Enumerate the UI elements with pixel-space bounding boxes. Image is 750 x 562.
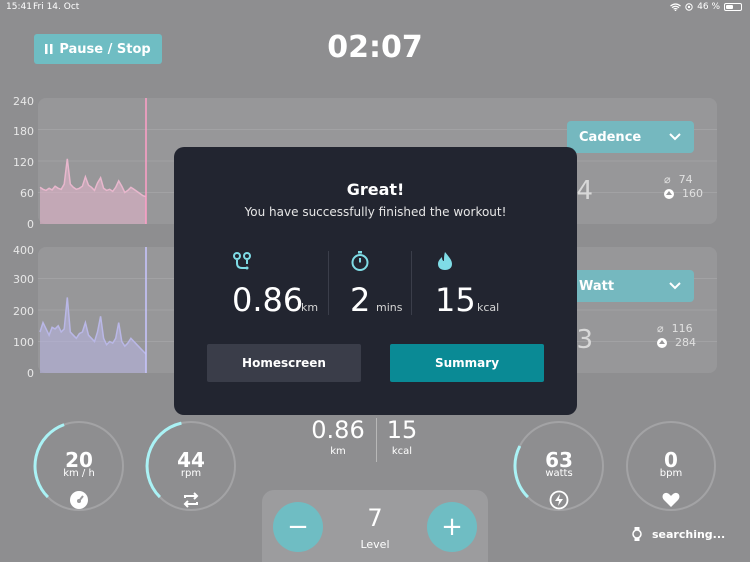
watch-icon [632,527,642,541]
heart-icon [662,492,680,507]
workout-finished-dialog: Great! You have successfully finished th… [174,147,577,415]
max-arrow-icon [664,189,674,199]
chevron-down-icon [669,133,681,141]
battery-icon [724,3,742,11]
cadence-dropdown-label: Cadence [579,129,642,145]
lightning-icon [549,490,569,510]
heartrate-unit: bpm [659,468,683,479]
chart1-ytick: 60 [20,187,34,200]
location-icon [685,3,693,11]
status-right: 46 % [670,2,742,12]
average-icon: ⌀ [657,322,664,335]
heart-sensor-status[interactable]: searching... [632,527,725,541]
total-calories-unit: kcal [391,446,413,457]
heart-sensor-text: searching... [652,527,726,541]
watts-gauge: 63 watts [513,420,605,512]
watt-dropdown-label: Watt [579,278,615,294]
dialog-divider [411,251,412,315]
total-calories: 15 [386,416,418,444]
dialog-distance-unit: km [301,301,319,314]
route-icon [233,252,251,270]
dialog-calories-unit: kcal [477,301,500,314]
speed-unit: km / h [63,468,95,479]
chart1-ytick: 0 [27,218,34,231]
watt-dropdown[interactable]: Watt [567,270,694,302]
rpm-unit: rpm [180,468,202,479]
chart1-ytick: 240 [13,95,34,108]
watt-minmax: ⌀ 116 284 [657,322,696,350]
rpm-gauge: 44 rpm [145,420,237,512]
status-date: Fri 14. Oct [33,2,80,12]
dialog-time-unit: mins [376,301,403,314]
chart-area [40,297,146,373]
chart2-ytick: 300 [13,273,34,286]
dialog-calories-value: 15 [435,281,476,319]
totals-panel: 0.86 km 15 kcal [300,416,440,466]
status-time: 15:41 [6,2,32,12]
speed-gauge: 20 km / h [33,420,125,512]
chart2-ytick: 400 [13,244,34,257]
heartrate-gauge: 0 bpm [625,420,717,512]
cadence-minmax: ⌀ 74 160 [664,173,703,201]
battery-text: 46 % [697,2,720,12]
max-arrow-icon [657,338,667,348]
cadence-max: 160 [682,187,703,200]
level-panel: − 7 Level + [262,490,488,562]
workout-timer: 02:07 [327,30,423,65]
dialog-distance-value: 0.86 [232,281,304,319]
stopwatch-icon [351,251,369,271]
dialog-subtitle: You have successfully finished the worko… [244,205,507,219]
chart-area [40,158,146,224]
chart2-ytick: 200 [13,305,34,318]
chart1-ytick: 180 [13,125,34,138]
dialog-title: Great! [346,180,405,199]
homescreen-button[interactable]: Homescreen [207,344,361,382]
chart2-ytick: 100 [13,336,34,349]
watt-max: 284 [675,336,696,349]
average-icon: ⌀ [664,173,671,186]
speedometer-icon [70,491,88,509]
level-increase-button[interactable]: + [427,502,477,552]
total-distance-unit: km [330,446,346,457]
wifi-icon [670,3,681,11]
repeat-icon [183,492,199,508]
dialog-time-value: 2 [350,281,371,319]
chart1-ytick: 120 [13,156,34,169]
summary-button[interactable]: Summary [390,344,544,382]
cadence-avg: 74 [678,173,693,186]
chevron-down-icon [669,282,681,290]
total-distance: 0.86 [311,416,365,444]
watts-unit: watts [545,468,573,479]
dialog-divider [328,251,329,315]
totals-divider [376,418,377,462]
cadence-dropdown[interactable]: Cadence [567,121,694,153]
flame-icon [438,252,452,270]
watt-avg: 116 [671,322,693,335]
chart2-ytick: 0 [27,367,34,380]
plus-icon: + [441,512,463,542]
status-bar: 15:41 Fri 14. Oct 46 % [0,0,750,14]
